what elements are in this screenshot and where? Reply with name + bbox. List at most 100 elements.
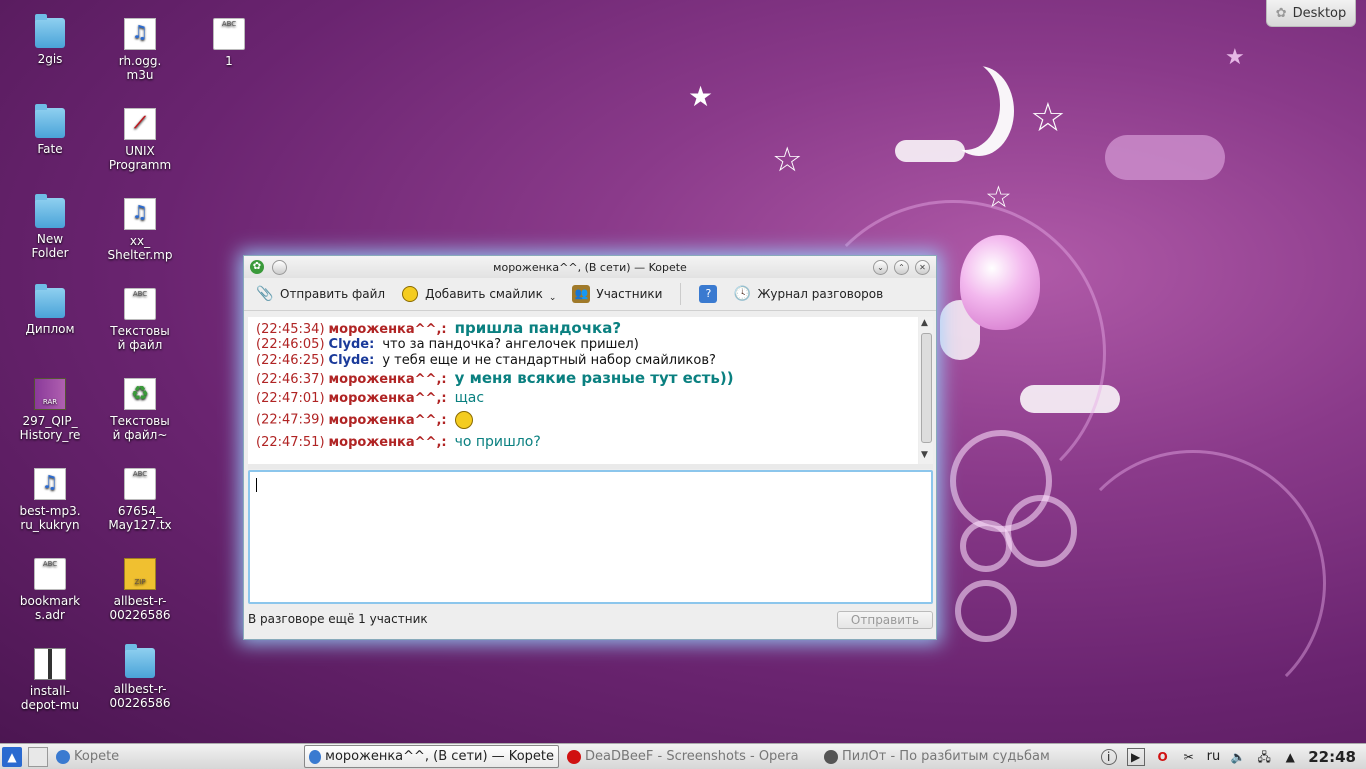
desktop-icon-label: allbest-r- 00226586 [109, 682, 171, 710]
chat-window[interactable]: ✿ мороженка^^, (В сети) — Kopete ⌄ ⌃ ✕ 📎… [243, 255, 937, 640]
desktop-icon[interactable]: ABC 67654_ May127.tx [102, 468, 178, 532]
message-nick[interactable]: мороженка^^,: [329, 372, 447, 387]
zip-icon: ZIP [124, 558, 156, 590]
desktop-icon[interactable]: install- depot-mu [12, 648, 88, 712]
chat-toolbar: 📎 Отправить файл Добавить смайлик ⌄ 👥 Уч… [244, 278, 936, 311]
wallpaper-cloud [1020, 385, 1120, 413]
text-caret [256, 478, 257, 492]
desktop-icon[interactable]: ♫ rh.ogg. m3u [102, 18, 178, 82]
desktop-icon-label: 2gis [37, 52, 63, 66]
message-nick[interactable]: Clyde: [329, 353, 375, 368]
folder-icon [35, 284, 65, 318]
music-icon: ♫ [34, 468, 66, 500]
desktop-icon[interactable]: ♫ best-mp3. ru_kukryn [12, 468, 88, 532]
opera-icon [567, 749, 581, 764]
message-text: щас [454, 390, 485, 406]
message-nick[interactable]: Clyde: [329, 337, 375, 352]
scroll-up-icon[interactable]: ▲ [921, 318, 928, 328]
chat-log[interactable]: (22:45:34) мороженка^^,: пришла пандочка? (… [248, 317, 918, 464]
kopete-icon [56, 749, 70, 764]
doc-icon: ABC [213, 18, 245, 50]
tray-expand-icon[interactable]: ▲ [1282, 749, 1298, 765]
info-icon[interactable]: i [1100, 748, 1117, 765]
participants-button[interactable]: 👥 Участники [566, 283, 668, 305]
message-nick[interactable]: мороженка^^,: [329, 435, 447, 450]
scissors-icon[interactable]: ✂ [1181, 749, 1197, 765]
history-button[interactable]: 🕓 Журнал разговоров [727, 283, 889, 305]
folder-icon [35, 14, 65, 48]
desktop-icon[interactable]: ABC bookmark s.adr [12, 558, 88, 622]
chat-message: (22:47:01) мороженка^^,: щас [256, 390, 484, 406]
application-launcher-icon[interactable]: ▲ [2, 746, 22, 767]
music-icon: ♫ [124, 18, 156, 50]
clock-icon: 🕓 [733, 286, 752, 302]
message-time: (22:47:51) [256, 435, 325, 450]
doc-icon: ABC [124, 288, 156, 320]
desktop-icon-label: xx_ Shelter.mp [107, 234, 173, 262]
chat-message: (22:45:34) мороженка^^,: пришла пандочка? [256, 319, 621, 337]
desktop-icon[interactable]: allbest-r- 00226586 [102, 644, 178, 710]
message-time: (22:47:39) [256, 412, 325, 428]
opera-icon[interactable]: O [1155, 749, 1171, 765]
scroll-down-icon[interactable]: ▼ [921, 450, 928, 460]
add-smiley-button[interactable]: Добавить смайлик ⌄ [395, 283, 562, 305]
desktop-icon[interactable]: ⟋ UNIX Programm [102, 108, 178, 172]
wallpaper-star: ☆ [1030, 95, 1066, 141]
desktop-icon[interactable]: Диплом [12, 284, 88, 336]
message-nick[interactable]: мороженка^^,: [329, 413, 447, 428]
taskbar-task[interactable]: Kopete [52, 746, 300, 767]
message-text: что за пандочка? ангелочек пришел) [382, 337, 639, 352]
desktop-icon-label: Fate [37, 142, 63, 156]
play-icon[interactable]: ▶ [1126, 747, 1145, 766]
kopete-icon [309, 749, 322, 764]
chat-scrollbar[interactable]: ▲ ▼ [919, 317, 933, 464]
doc-icon: ABC [34, 558, 66, 590]
desktop-icon[interactable]: 2gis [12, 14, 88, 66]
send-button[interactable]: Отправить [837, 611, 933, 629]
taskbar-task[interactable]: мороженка^^, (В сети) — Kopete [304, 745, 559, 768]
send-file-button[interactable]: 📎 Отправить файл [250, 283, 391, 305]
taskbar-task[interactable]: DeaDBeeF - Screenshots - Opera [563, 746, 816, 767]
minimize-icon[interactable]: ⌄ [873, 259, 888, 275]
network-icon[interactable]: 🖧 [1256, 749, 1272, 765]
window-titlebar[interactable]: ✿ мороженка^^, (В сети) — Kopete ⌄ ⌃ ✕ [244, 256, 936, 278]
desktop-icon-label: 67654_ May127.tx [108, 504, 172, 532]
clock[interactable]: 22:48 [1308, 748, 1356, 766]
desktop-icon[interactable]: ♻ Текстовы й файл~ [102, 378, 178, 442]
desktop-icon[interactable]: ♫ xx_ Shelter.mp [102, 198, 178, 262]
maximize-icon[interactable]: ⌃ [894, 259, 909, 275]
message-text: у тебя еще и не стандартный набор смайли… [382, 353, 716, 368]
scrollbar-thumb[interactable] [921, 333, 932, 443]
message-nick[interactable]: мороженка^^,: [329, 322, 447, 337]
close-icon[interactable]: ✕ [915, 259, 930, 275]
message-nick[interactable]: мороженка^^,: [329, 391, 447, 406]
chevron-down-icon[interactable]: ⌄ [549, 293, 557, 303]
chat-splitter[interactable] [248, 464, 933, 469]
desktop-icon[interactable]: ABC 1 [191, 18, 267, 68]
pdf-icon: ⟋ [124, 108, 156, 140]
keyboard-layout[interactable]: ru [1207, 749, 1221, 764]
taskbar-task[interactable]: ПилОт - По разбитым судьбам [820, 746, 1068, 767]
speaker-icon[interactable]: 🔈 [1230, 749, 1246, 765]
desktop-icon[interactable]: New Folder [12, 194, 88, 260]
help-button[interactable]: ? [693, 283, 723, 305]
desktop-button-label: Desktop [1292, 5, 1347, 21]
kopete-icon[interactable]: ✿ [250, 259, 264, 274]
desktop-icon[interactable]: ABC Текстовы й файл [102, 288, 178, 352]
desktop-icon[interactable]: RAR 297_QIP_ History_re [12, 378, 88, 442]
wallpaper-cloud [940, 300, 980, 360]
message-input[interactable] [248, 470, 933, 604]
desktop-toolbox-button[interactable]: ✿ Desktop [1266, 0, 1356, 27]
taskbar-task-label: мороженка^^, (В сети) — Kopete [325, 749, 554, 764]
window-menu-icon[interactable] [272, 259, 287, 275]
taskbar-task-label: Kopete [74, 749, 120, 764]
pager-icon[interactable] [28, 746, 48, 767]
music-icon: ♫ [124, 198, 156, 230]
wallpaper-moon [930, 60, 1000, 150]
desktop-icon[interactable]: Fate [12, 104, 88, 156]
desktop-icon[interactable]: ZIP allbest-r- 00226586 [102, 558, 178, 622]
folder-icon [35, 194, 65, 228]
send-file-label: Отправить файл [280, 287, 386, 301]
desktop-icon-label: Диплом [25, 322, 75, 336]
desktop-icon-label: Текстовы й файл~ [110, 414, 170, 442]
